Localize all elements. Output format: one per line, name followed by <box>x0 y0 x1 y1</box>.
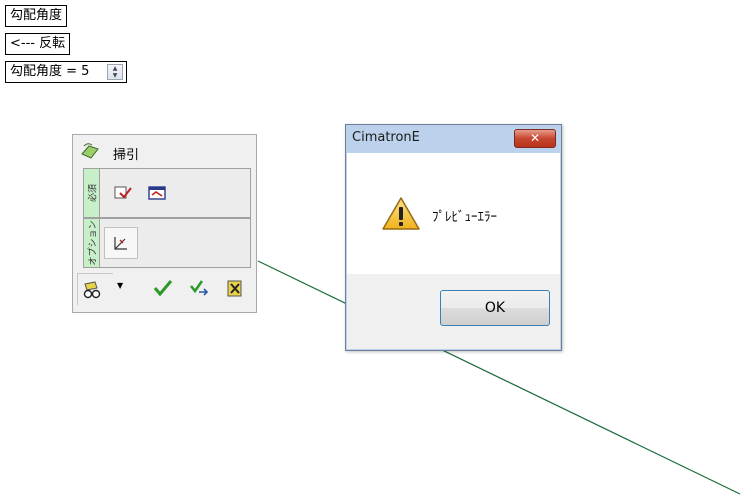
dialog-title: CimatronE <box>352 130 420 145</box>
draft-angle-icon <box>114 237 127 250</box>
angle-spinner[interactable]: ▲ ▼ <box>107 64 123 80</box>
sweep-feature-icon <box>81 143 99 159</box>
options-tab[interactable]: オプション <box>84 219 100 267</box>
panel-title: 掃引 <box>113 148 140 163</box>
options-group: オプション <box>83 218 251 268</box>
spin-up-icon[interactable]: ▲ <box>108 65 122 72</box>
error-message: ﾌﾟﾚﾋﾞｭｰｴﾗｰ <box>432 210 497 225</box>
draft-angle-field[interactable]: 勾配角度 = 5 ▲ ▼ <box>5 61 127 83</box>
error-dialog: CimatronE ✕ ﾌﾟﾚﾋﾞｭｰｴﾗｰ OK <box>345 124 562 351</box>
sweep-feature-panel: 掃引 必須 オプション ▼ <box>72 134 257 313</box>
required-tab[interactable]: 必須 <box>84 169 100 217</box>
select-section-icon[interactable] <box>112 183 134 203</box>
draft-angle-value: 勾配角度 = 5 <box>10 64 90 79</box>
dialog-close-button[interactable]: ✕ <box>514 129 556 148</box>
dropdown-arrow-icon[interactable]: ▼ <box>117 281 123 290</box>
reverse-direction-button[interactable]: <--- 反転 <box>5 33 71 55</box>
select-path-icon[interactable] <box>146 183 168 203</box>
spin-down-icon[interactable]: ▼ <box>108 72 122 79</box>
draft-option-button[interactable] <box>104 227 138 259</box>
ok-button[interactable]: OK <box>440 290 550 326</box>
required-group: 必須 <box>83 168 251 218</box>
apply-continue-icon[interactable] <box>189 278 211 298</box>
apply-checkmark-icon[interactable] <box>152 278 174 298</box>
dialog-body: ﾌﾟﾚﾋﾞｭｰｴﾗｰ <box>347 153 560 274</box>
cancel-exit-icon[interactable] <box>224 278 246 298</box>
draft-angle-label[interactable]: 勾配角度 <box>5 5 68 27</box>
dialog-footer: OK <box>347 274 560 349</box>
preview-mode-selector[interactable] <box>77 273 113 305</box>
preview-glasses-icon <box>83 281 101 299</box>
warning-icon <box>382 197 420 230</box>
close-icon: ✕ <box>529 131 541 145</box>
